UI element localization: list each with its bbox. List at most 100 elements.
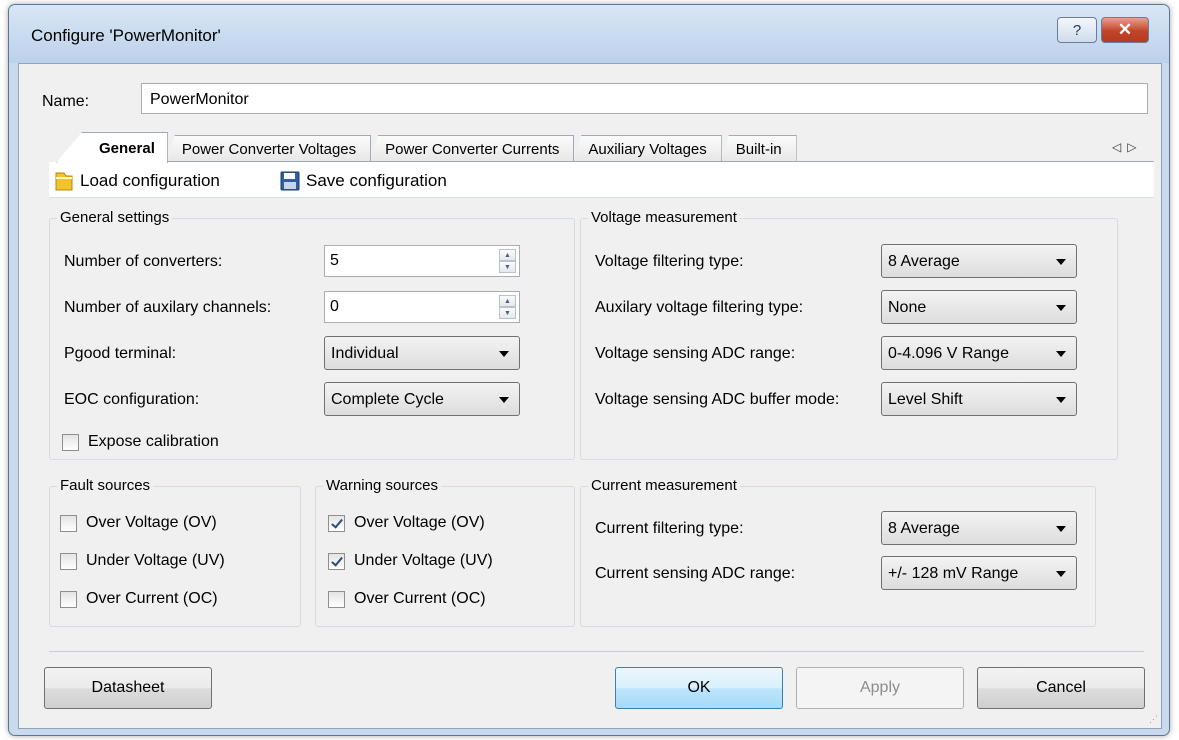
close-button[interactable]: ✕ <box>1101 17 1149 43</box>
current-measurement-group: Current measurement Current filtering ty… <box>580 477 1096 627</box>
current-adc-range-label: Current sensing ADC range: <box>595 565 796 582</box>
warning-sources-legend: Warning sources <box>323 477 441 494</box>
window-title: Configure 'PowerMonitor' <box>31 26 221 45</box>
voltage-adc-range-value: 0-4.096 V Range <box>888 345 1009 362</box>
apply-button: Apply <box>796 667 964 709</box>
floppy-disk-icon <box>279 170 301 192</box>
fault-sources-group: Fault sources Over Voltage (OV) Under Vo… <box>49 477 301 627</box>
fault-oc-checkbox[interactable]: Over Current (OC) <box>60 590 218 608</box>
current-measurement-legend: Current measurement <box>588 477 740 494</box>
pgood-terminal-select[interactable]: Individual <box>324 336 520 370</box>
load-configuration-button[interactable]: Load configuration <box>53 170 220 192</box>
load-configuration-label: Load configuration <box>80 171 220 190</box>
voltage-buffer-mode-select[interactable]: Level Shift <box>881 382 1077 416</box>
warning-uv-checkbox[interactable]: Under Voltage (UV) <box>328 552 493 570</box>
current-adc-range-value: +/- 128 mV Range <box>888 565 1019 582</box>
close-icon: ✕ <box>1117 20 1133 39</box>
checkbox-icon <box>60 552 77 570</box>
tab-power-converter-currents[interactable]: Power Converter Currents <box>370 135 575 163</box>
fault-ov-checkbox[interactable]: Over Voltage (OV) <box>60 514 217 532</box>
warning-oc-checkbox[interactable]: Over Current (OC) <box>328 590 486 608</box>
checkbox-icon <box>328 590 345 608</box>
scroll-right-icon[interactable]: ▷ <box>1127 140 1142 154</box>
tab-power-converter-voltages[interactable]: Power Converter Voltages <box>166 135 372 163</box>
aux-voltage-filtering-value: None <box>888 299 927 316</box>
aux-voltage-filtering-label: Auxilary voltage filtering type: <box>595 299 804 316</box>
num-converters-spinner[interactable]: 5 ▲ ▼ <box>324 245 520 277</box>
fault-ov-label: Over Voltage (OV) <box>86 514 217 531</box>
current-filtering-value: 8 Average <box>888 520 960 537</box>
spin-up-icon[interactable]: ▲ <box>499 249 516 261</box>
folder-icon <box>53 170 75 192</box>
current-adc-range-select[interactable]: +/- 128 mV Range <box>881 556 1077 590</box>
tab-built-in[interactable]: Built-in <box>720 135 797 163</box>
num-aux-channels-spinner[interactable]: 0 ▲ ▼ <box>324 291 520 323</box>
fault-sources-legend: Fault sources <box>57 477 154 494</box>
checkbox-checked-icon <box>328 514 345 532</box>
name-label: Name: <box>42 93 90 110</box>
voltage-measurement-group: Voltage measurement Voltage filtering ty… <box>580 209 1118 460</box>
warning-ov-checkbox[interactable]: Over Voltage (OV) <box>328 514 485 532</box>
footer-separator <box>49 651 1144 652</box>
voltage-measurement-legend: Voltage measurement <box>588 209 740 226</box>
pgood-terminal-label: Pgood terminal: <box>64 345 177 362</box>
expose-calibration-checkbox[interactable]: Expose calibration <box>62 433 219 451</box>
spin-down-icon[interactable]: ▼ <box>499 307 516 319</box>
voltage-buffer-mode-label: Voltage sensing ADC buffer mode: <box>595 391 840 408</box>
checkbox-icon <box>60 590 77 608</box>
help-button[interactable]: ? <box>1057 17 1097 43</box>
dialog-body: Name: PowerMonitor General Power Convert… <box>18 63 1162 729</box>
aux-voltage-filtering-select[interactable]: None <box>881 290 1077 324</box>
voltage-filtering-select[interactable]: 8 Average <box>881 244 1077 278</box>
current-filtering-select[interactable]: 8 Average <box>881 511 1077 545</box>
cancel-button[interactable]: Cancel <box>977 667 1145 709</box>
voltage-adc-range-label: Voltage sensing ADC range: <box>595 345 796 362</box>
scroll-left-icon[interactable]: ◁ <box>1112 140 1127 154</box>
ok-button[interactable]: OK <box>615 667 783 709</box>
voltage-filtering-value: 8 Average <box>888 253 960 270</box>
num-aux-spin-buttons[interactable]: ▲ ▼ <box>499 295 516 319</box>
num-converters-value: 5 <box>330 252 339 269</box>
toolbar: Load configuration Save configuration <box>49 162 1154 198</box>
datasheet-button[interactable]: Datasheet <box>44 667 212 709</box>
save-configuration-button[interactable]: Save configuration <box>279 170 447 192</box>
chevron-down-icon <box>1056 397 1066 403</box>
chevron-down-icon <box>1056 305 1066 311</box>
pgood-terminal-value: Individual <box>331 345 399 362</box>
name-field[interactable]: PowerMonitor <box>141 83 1148 114</box>
fault-uv-label: Under Voltage (UV) <box>86 552 225 569</box>
title-bar[interactable]: Configure 'PowerMonitor' ? ✕ <box>9 5 1169 63</box>
configure-dialog: Configure 'PowerMonitor' ? ✕ Name: Power… <box>8 4 1170 736</box>
tab-strip: General Power Converter Voltages Power C… <box>56 132 797 163</box>
checkbox-icon <box>62 433 79 451</box>
chevron-down-icon <box>499 351 509 357</box>
warning-uv-label: Under Voltage (UV) <box>354 552 493 569</box>
chevron-down-icon <box>1056 351 1066 357</box>
num-converters-spin-buttons[interactable]: ▲ ▼ <box>499 249 516 273</box>
chevron-down-icon <box>1056 526 1066 532</box>
chevron-down-icon <box>1056 571 1066 577</box>
tab-general[interactable]: General <box>56 132 168 163</box>
warning-sources-group: Warning sources Over Voltage (OV) Under … <box>315 477 575 627</box>
fault-uv-checkbox[interactable]: Under Voltage (UV) <box>60 552 225 570</box>
num-converters-label: Number of converters: <box>64 253 223 270</box>
spin-down-icon[interactable]: ▼ <box>499 261 516 273</box>
chevron-down-icon <box>1056 259 1066 265</box>
chevron-down-icon <box>499 397 509 403</box>
current-filtering-label: Current filtering type: <box>595 520 744 537</box>
warning-oc-label: Over Current (OC) <box>354 590 486 607</box>
resize-grip-icon[interactable]: ⋰ <box>1149 714 1158 725</box>
spin-up-icon[interactable]: ▲ <box>499 295 516 307</box>
checkbox-icon <box>60 514 77 532</box>
general-settings-legend: General settings <box>57 209 173 226</box>
voltage-buffer-mode-value: Level Shift <box>888 391 963 408</box>
general-settings-group: General settings Number of converters: 5… <box>49 209 575 460</box>
tab-auxiliary-voltages[interactable]: Auxiliary Voltages <box>573 135 722 163</box>
num-aux-channels-label: Number of auxilary channels: <box>64 299 272 316</box>
tab-scroll-buttons: ◁▷ <box>1112 140 1142 154</box>
eoc-configuration-label: EOC configuration: <box>64 391 200 408</box>
voltage-filtering-label: Voltage filtering type: <box>595 253 744 270</box>
voltage-adc-range-select[interactable]: 0-4.096 V Range <box>881 336 1077 370</box>
eoc-configuration-select[interactable]: Complete Cycle <box>324 382 520 416</box>
save-configuration-label: Save configuration <box>306 171 447 190</box>
